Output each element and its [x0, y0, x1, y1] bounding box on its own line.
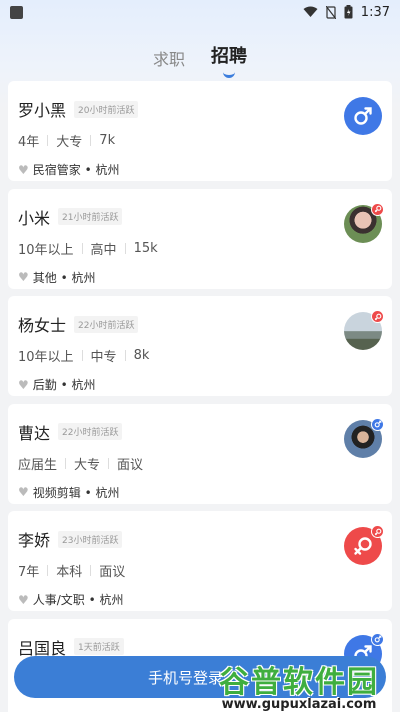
candidate-card[interactable]: 曹达 22小时前活跃 应届生 大专 面议 ♥ 视频剪辑 • 杭州: [8, 403, 392, 504]
candidate-name: 罗小黑: [18, 101, 67, 120]
candidate-card[interactable]: 李娇 23小时前活跃 7年 本科 面议 ♥ 人事/文职 • 杭州: [8, 511, 392, 611]
divider: [81, 350, 83, 361]
salary: 面议: [99, 565, 126, 580]
status-bar: 1:37: [0, 0, 400, 24]
watermark-url: www.gupuxlazai.com: [221, 696, 377, 712]
heart-icon: ♥: [18, 270, 29, 284]
heart-icon: ♥: [18, 162, 29, 177]
experience: 7年: [18, 565, 40, 580]
active-time-tag: 23小时前活跃: [58, 530, 123, 548]
desired-position: 后勤 • 杭州: [32, 378, 96, 392]
experience: 应届生: [18, 457, 58, 473]
battery-icon: [344, 5, 353, 19]
avatar: [344, 202, 384, 243]
female-badge-icon: [371, 525, 384, 538]
experience: 4年: [18, 135, 40, 150]
heart-icon: ♥: [18, 592, 29, 607]
active-time-tag: 1天前活跃: [74, 638, 124, 655]
app-notification-icon: [10, 5, 23, 19]
male-badge-icon: [371, 417, 384, 431]
divider: [81, 242, 83, 254]
divider: [124, 350, 126, 361]
active-time-tag: 20小时前活跃: [74, 100, 139, 118]
divider: [90, 135, 92, 146]
candidate-card[interactable]: 罗小黑 20小时前活跃 4年 大专 7k ♥ 民宿管家 • 杭州: [8, 81, 392, 181]
avatar: [344, 525, 384, 565]
active-time-tag: 22小时前活跃: [74, 315, 139, 333]
desired-position: 其他 • 杭州: [32, 270, 96, 285]
tab-label: 求职: [152, 50, 185, 69]
male-icon: [354, 107, 372, 125]
desired-position: 人事/文职 • 杭州: [32, 593, 124, 607]
male-badge-icon: [371, 632, 384, 646]
avatar: [344, 310, 384, 350]
active-time-tag: 22小时前活跃: [58, 423, 123, 440]
no-sim-icon: [325, 5, 336, 19]
active-time-tag: 21小时前活跃: [58, 208, 123, 225]
experience: 10年以上: [18, 242, 74, 258]
heart-icon: ♥: [18, 485, 29, 499]
female-badge-icon: [371, 202, 384, 216]
tab-job-seeking[interactable]: 求职: [153, 40, 185, 70]
education: 高中: [90, 242, 117, 258]
experience: 10年以上: [18, 350, 74, 365]
education: 本科: [56, 565, 83, 580]
desired-position: 民宿管家 • 杭州: [32, 163, 120, 177]
divider: [47, 135, 49, 146]
salary: 面议: [117, 457, 144, 473]
avatar: [344, 417, 384, 458]
candidate-name: 李娇: [18, 531, 51, 550]
candidate-list: 罗小黑 20小时前活跃 4年 大专 7k ♥ 民宿管家 • 杭州 小米 21小时…: [8, 81, 392, 712]
status-time: 1:37: [360, 4, 390, 20]
salary: 7k: [99, 133, 116, 148]
divider: [65, 457, 67, 469]
desired-position: 视频剪辑 • 杭州: [32, 485, 120, 500]
watermark-title: 谷普软件园: [219, 664, 379, 700]
salary: 8k: [133, 348, 150, 363]
divider: [108, 457, 110, 469]
divider: [47, 565, 49, 576]
candidate-name: 吕国良: [18, 638, 67, 658]
watermark-logo: 谷普软件园 www.gupuxlazai.com: [204, 656, 394, 712]
wifi-icon: [303, 6, 318, 17]
top-tabs: 求职 招聘: [0, 40, 400, 78]
education: 大专: [56, 135, 83, 150]
salary: 15k: [133, 240, 158, 256]
education: 大专: [74, 457, 101, 473]
tab-label: 招聘: [211, 46, 247, 67]
female-icon: [354, 537, 372, 555]
divider: [90, 565, 92, 576]
avatar: [344, 97, 382, 135]
education: 中专: [90, 350, 117, 365]
candidate-card[interactable]: 杨女士 22小时前活跃 10年以上 中专 8k ♥ 后勤 • 杭州: [8, 296, 392, 396]
heart-icon: ♥: [18, 377, 29, 392]
candidate-card[interactable]: 小米 21小时前活跃 10年以上 高中 15k ♥ 其他 • 杭州: [8, 188, 392, 289]
candidate-name: 曹达: [18, 423, 51, 443]
divider: [124, 242, 126, 254]
tab-recruiting[interactable]: 招聘: [211, 40, 247, 78]
candidate-name: 小米: [18, 208, 51, 228]
candidate-name: 杨女士: [18, 316, 67, 335]
female-badge-icon: [371, 310, 384, 323]
